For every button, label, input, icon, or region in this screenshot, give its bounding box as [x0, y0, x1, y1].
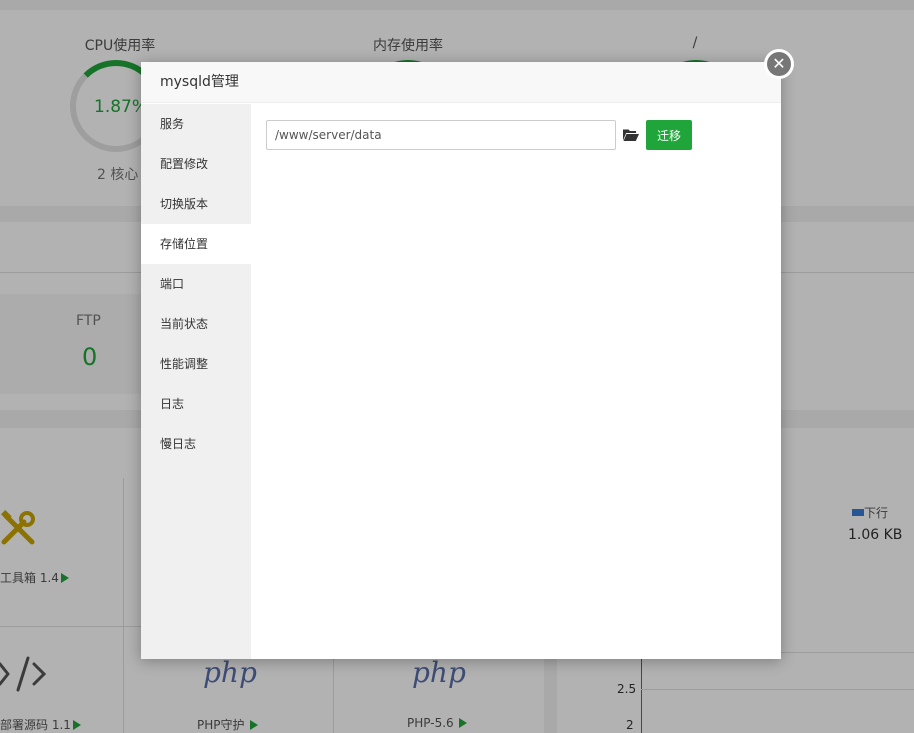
folder-open-icon[interactable]	[623, 128, 639, 142]
sidebar-item-service[interactable]: 服务	[141, 104, 251, 144]
dialog-header: mysqld管理	[141, 62, 781, 103]
dialog-title: mysqld管理	[160, 74, 239, 90]
sidebar-item-log[interactable]: 日志	[141, 384, 251, 424]
sidebar-item-switch-version[interactable]: 切换版本	[141, 184, 251, 224]
sidebar-item-slow-log[interactable]: 慢日志	[141, 424, 251, 464]
migrate-button[interactable]: 迁移	[646, 120, 692, 150]
close-button[interactable]: ✕	[764, 49, 794, 79]
sidebar-item-storage-location[interactable]: 存储位置	[141, 224, 251, 264]
sidebar-item-current-status[interactable]: 当前状态	[141, 304, 251, 344]
mysqld-manager-dialog: mysqld管理 服务 配置修改 切换版本 存储位置 端口 当前状态 性能调整 …	[141, 62, 781, 659]
close-icon: ✕	[767, 52, 791, 76]
data-path-input[interactable]	[266, 120, 616, 150]
sidebar-item-config[interactable]: 配置修改	[141, 144, 251, 184]
sidebar-item-performance[interactable]: 性能调整	[141, 344, 251, 384]
dialog-sidebar: 服务 配置修改 切换版本 存储位置 端口 当前状态 性能调整 日志 慢日志	[141, 104, 251, 659]
sidebar-item-port[interactable]: 端口	[141, 264, 251, 304]
storage-location-pane: 迁移	[251, 104, 781, 659]
